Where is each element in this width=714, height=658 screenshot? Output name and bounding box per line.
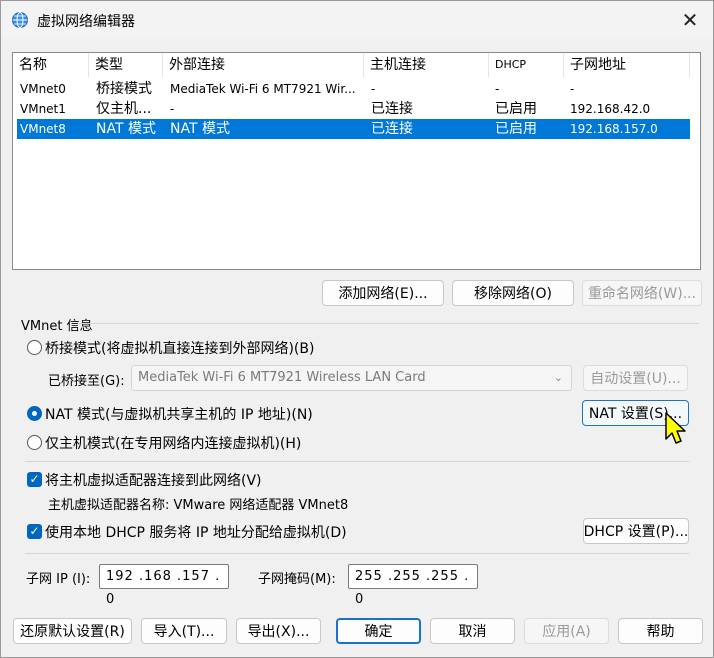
cell-external: - [170, 102, 175, 116]
subnet-mask-input[interactable]: 255 .255 .255 . 0 [348, 564, 478, 607]
cell-external: MediaTek Wi-Fi 6 MT7921 Wir... [170, 82, 356, 96]
cell-subnet: 192.168.157.0 [570, 122, 658, 136]
cell-host: 已连接 [371, 121, 413, 137]
dhcp-settings-button[interactable]: DHCP 设置(P)... [583, 518, 689, 544]
subnet-ip-label: 子网 IP (I): [26, 572, 91, 587]
nat-radio[interactable] [27, 406, 42, 421]
close-button[interactable]: ✕ [667, 1, 713, 39]
network-list[interactable]: 名称 类型 外部连接 主机连接 DHCP 子网地址 VMnet0 桥接模式 Me… [12, 52, 701, 270]
cell-name: VMnet1 [20, 102, 66, 116]
cell-dhcp: - [495, 82, 500, 96]
help-button[interactable]: 帮助 [618, 618, 703, 644]
mouse-pointer-icon [665, 412, 686, 444]
cell-name: VMnet0 [20, 82, 66, 96]
vmnet-info-group-title: VMnet 信息 [21, 319, 93, 334]
auto-settings-button[interactable]: 自动设置(U)... [583, 365, 688, 391]
column-header-subnet[interactable]: 子网地址 [564, 53, 690, 77]
bridged-radio[interactable] [27, 340, 42, 355]
rename-network-button[interactable]: 重命名网络(W)... [582, 280, 702, 306]
chevron-down-icon: ⌄ [553, 371, 563, 384]
apply-button[interactable]: 应用(A) [524, 618, 609, 644]
ok-button[interactable]: 确定 [336, 618, 421, 644]
dhcp-checkbox-label[interactable]: 使用本地 DHCP 服务将 IP 地址分配给虚拟机(D) [45, 522, 347, 542]
cell-subnet: 192.168.42.0 [570, 102, 651, 116]
bridged-radio-label[interactable]: 桥接模式(将虚拟机直接连接到外部网络)(B) [45, 338, 314, 358]
export-button[interactable]: 导出(X)... [236, 618, 321, 644]
column-header-type[interactable]: 类型 [89, 53, 163, 77]
cell-dhcp: 已启用 [495, 101, 537, 117]
bridged-to-value: MediaTek Wi-Fi 6 MT7921 Wireless LAN Car… [138, 370, 426, 385]
remove-network-button[interactable]: 移除网络(O) [452, 280, 574, 306]
table-row[interactable]: VMnet1 仅主机... - 已连接 已启用 192.168.42.0 [17, 99, 690, 119]
nat-radio-label[interactable]: NAT 模式(与虚拟机共享主机的 IP 地址)(N) [45, 404, 313, 424]
column-header-host[interactable]: 主机连接 [364, 53, 489, 77]
group-divider [79, 323, 699, 324]
table-row[interactable]: VMnet0 桥接模式 MediaTek Wi-Fi 6 MT7921 Wir.… [17, 79, 690, 99]
host-only-radio[interactable] [27, 435, 42, 450]
cell-host: - [371, 82, 376, 96]
restore-defaults-button[interactable]: 还原默认设置(R) [13, 618, 132, 644]
column-header-dhcp[interactable]: DHCP [489, 53, 564, 77]
cell-dhcp: 已启用 [495, 121, 537, 137]
cell-type: NAT 模式 [96, 121, 156, 137]
table-row-selected[interactable]: VMnet8 NAT 模式 NAT 模式 已连接 已启用 192.168.157… [17, 119, 690, 139]
cell-host: 已连接 [371, 101, 413, 117]
cell-type: 仅主机... [96, 101, 152, 117]
import-button[interactable]: 导入(T)... [141, 618, 227, 644]
cell-external: NAT 模式 [170, 121, 230, 137]
add-network-button[interactable]: 添加网络(E)... [322, 280, 444, 306]
subnet-mask-label: 子网掩码(M): [258, 572, 336, 587]
connect-adapter-label[interactable]: 将主机虚拟适配器连接到此网络(V) [45, 470, 262, 490]
cell-name: VMnet8 [20, 122, 66, 136]
column-header-external[interactable]: 外部连接 [163, 53, 364, 77]
close-icon: ✕ [681, 8, 699, 32]
bridged-to-select[interactable]: MediaTek Wi-Fi 6 MT7921 Wireless LAN Car… [131, 365, 572, 391]
bridged-to-label: 已桥接至(G): [48, 374, 125, 389]
cell-type: 桥接模式 [96, 81, 152, 97]
window-title: 虚拟网络编辑器 [37, 14, 135, 30]
divider [25, 553, 689, 554]
host-only-radio-label[interactable]: 仅主机模式(在专用网络内连接虚拟机)(H) [45, 433, 301, 453]
virtual-network-editor-window: 虚拟网络编辑器 ✕ 名称 类型 外部连接 主机连接 DHCP 子网地址 VMne… [0, 0, 714, 658]
divider [25, 461, 689, 462]
cell-subnet: - [570, 82, 575, 96]
network-globe-icon [12, 12, 28, 28]
column-header-name[interactable]: 名称 [13, 53, 89, 77]
dhcp-checkbox[interactable]: ✓ [27, 524, 42, 539]
cancel-button[interactable]: 取消 [430, 618, 515, 644]
connect-adapter-checkbox[interactable]: ✓ [27, 472, 42, 487]
subnet-ip-input[interactable]: 192 .168 .157 . 0 [99, 564, 229, 607]
adapter-name-label: 主机虚拟适配器名称: VMware 网络适配器 VMnet8 [48, 498, 349, 513]
title-bar: 虚拟网络编辑器 ✕ [1, 1, 713, 39]
list-header: 名称 类型 外部连接 主机连接 DHCP 子网地址 [13, 53, 700, 77]
